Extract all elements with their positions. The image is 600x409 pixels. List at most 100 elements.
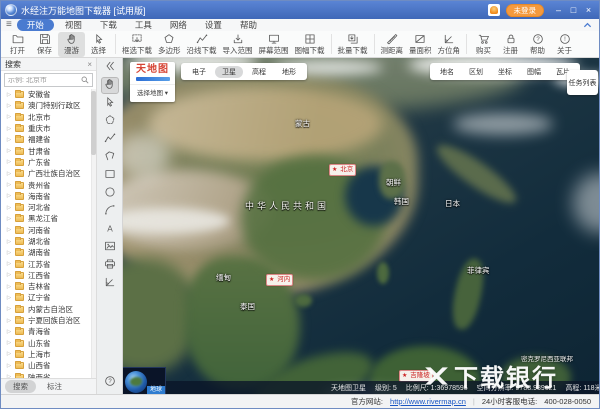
print-tool[interactable]: [101, 257, 119, 274]
collapse-panel-tool[interactable]: [101, 59, 119, 76]
expand-arrow-icon[interactable]: ▷: [5, 126, 13, 132]
lasso-select-tool[interactable]: [101, 113, 119, 130]
login-status-badge[interactable]: 未登录: [506, 4, 545, 17]
province-row[interactable]: ▷ 黑龙江省: [1, 213, 96, 224]
select-tool[interactable]: [101, 95, 119, 112]
expand-arrow-icon[interactable]: ▷: [5, 374, 13, 378]
draw-polyline-tool[interactable]: [101, 131, 119, 148]
province-row[interactable]: ▷ 海南省: [1, 191, 96, 202]
menu-item[interactable]: 视图: [56, 19, 91, 31]
expand-arrow-icon[interactable]: ▷: [5, 272, 13, 278]
map-provider-card[interactable]: 天地图 选择地图 ▾: [130, 62, 175, 102]
province-row[interactable]: ▷ 广西壮族自治区: [1, 168, 96, 179]
overlay-toggle[interactable]: 图幅: [520, 66, 548, 78]
ribbon-button[interactable]: 屏幕范围: [256, 32, 292, 57]
expand-arrow-icon[interactable]: ▷: [5, 363, 13, 369]
province-row[interactable]: ▷ 甘肃省: [1, 145, 96, 156]
ribbon-button[interactable]: 方位角: [435, 32, 464, 57]
expand-arrow-icon[interactable]: ▷: [5, 295, 13, 301]
province-row[interactable]: ▷ 河南省: [1, 225, 96, 236]
close-button[interactable]: ×: [582, 2, 595, 18]
province-row[interactable]: ▷ 河北省: [1, 202, 96, 213]
expand-arrow-icon[interactable]: ▷: [5, 159, 13, 165]
ribbon-button[interactable]: 测距离: [378, 32, 407, 57]
expand-arrow-icon[interactable]: ▷: [5, 137, 13, 143]
province-row[interactable]: ▷ 湖北省: [1, 236, 96, 247]
province-row[interactable]: ▷ 吉林省: [1, 281, 96, 292]
province-row[interactable]: ▷ 陕西省: [1, 371, 96, 378]
expand-arrow-icon[interactable]: ▷: [5, 148, 13, 154]
sidebar-tab[interactable]: 搜索: [5, 380, 36, 393]
expand-arrow-icon[interactable]: ▷: [5, 205, 13, 211]
expand-arrow-icon[interactable]: ▷: [5, 171, 13, 177]
province-row[interactable]: ▷ 福建省: [1, 134, 96, 145]
help-tool[interactable]: ?: [101, 374, 119, 391]
overlay-toggle[interactable]: 区划: [462, 66, 490, 78]
expand-arrow-icon[interactable]: ▷: [5, 239, 13, 245]
province-row[interactable]: ▷ 山东省: [1, 338, 96, 349]
province-row[interactable]: ▷ 山西省: [1, 360, 96, 371]
province-row[interactable]: ▷ 安徽省: [1, 89, 96, 100]
expand-arrow-icon[interactable]: ▷: [5, 193, 13, 199]
draw-circle-tool[interactable]: [101, 185, 119, 202]
expand-arrow-icon[interactable]: ▷: [5, 306, 13, 312]
minimap-overview[interactable]: 地球: [123, 367, 166, 394]
menu-item[interactable]: 工具: [126, 19, 161, 31]
expand-arrow-icon[interactable]: ▷: [5, 351, 13, 357]
draw-arc-tool[interactable]: [101, 203, 119, 220]
menu-item[interactable]: 设置: [196, 19, 231, 31]
ribbon-button[interactable]: 保存: [31, 32, 58, 57]
ribbon-button[interactable]: ! 关于: [551, 32, 578, 57]
ribbon-button[interactable]: 多边形: [155, 32, 184, 57]
ribbon-button[interactable]: 沿线下载: [184, 32, 220, 57]
sidebar-scrollbar[interactable]: [91, 89, 96, 378]
map-selector-dropdown[interactable]: 选择地图 ▾: [130, 84, 175, 97]
pan-tool[interactable]: [101, 77, 119, 94]
province-row[interactable]: ▷ 广东省: [1, 157, 96, 168]
export-image-tool[interactable]: [101, 239, 119, 256]
ribbon-button[interactable]: 导入范围: [220, 32, 256, 57]
site-link[interactable]: http://www.rivermap.cn: [390, 397, 466, 406]
draw-rectangle-tool[interactable]: [101, 167, 119, 184]
minimize-button[interactable]: –: [552, 2, 565, 18]
hamburger-menu-icon[interactable]: ≡: [6, 20, 12, 30]
draw-polygon-tool[interactable]: [101, 149, 119, 166]
layer-tab[interactable]: 卫星: [215, 66, 243, 78]
layer-tab[interactable]: 地形: [275, 66, 303, 78]
expand-arrow-icon[interactable]: ▷: [5, 114, 13, 120]
ribbon-button[interactable]: 注册: [497, 32, 524, 57]
expand-arrow-icon[interactable]: ▷: [5, 182, 13, 188]
minimap-earth-tab[interactable]: 地球: [147, 386, 165, 394]
province-row[interactable]: ▷ 上海市: [1, 349, 96, 360]
province-row[interactable]: ▷ 澳门特别行政区: [1, 100, 96, 111]
maximize-button[interactable]: □: [567, 2, 580, 18]
add-text-tool[interactable]: A: [101, 221, 119, 238]
expand-arrow-icon[interactable]: ▷: [5, 284, 13, 290]
province-row[interactable]: ▷ 重庆市: [1, 123, 96, 134]
collapse-ribbon-icon[interactable]: [580, 21, 594, 29]
measure-angle-tool[interactable]: [101, 275, 119, 292]
province-row[interactable]: ▷ 江西省: [1, 270, 96, 281]
ribbon-button[interactable]: 量面积: [406, 32, 435, 57]
search-input[interactable]: [8, 77, 81, 84]
province-row[interactable]: ▷ 宁夏回族自治区: [1, 315, 96, 326]
ribbon-button[interactable]: 框选下载: [119, 32, 155, 57]
overlay-toggle[interactable]: 地名: [433, 66, 461, 78]
province-row[interactable]: ▷ 江苏省: [1, 258, 96, 269]
expand-arrow-icon[interactable]: ▷: [5, 103, 13, 109]
ribbon-button[interactable]: 打开: [4, 32, 31, 57]
province-row[interactable]: ▷ 北京市: [1, 112, 96, 123]
expand-arrow-icon[interactable]: ▷: [5, 261, 13, 267]
scrollbar-thumb[interactable]: [91, 91, 96, 155]
expand-arrow-icon[interactable]: ▷: [5, 216, 13, 222]
layer-tab[interactable]: 电子: [185, 66, 213, 78]
ribbon-button[interactable]: 漫游: [58, 32, 85, 57]
expand-arrow-icon[interactable]: ▷: [5, 329, 13, 335]
expand-arrow-icon[interactable]: ▷: [5, 92, 13, 98]
province-row[interactable]: ▷ 辽宁省: [1, 292, 96, 303]
ribbon-button[interactable]: 图幅下载: [292, 32, 328, 57]
expand-arrow-icon[interactable]: ▷: [5, 318, 13, 324]
panel-close-icon[interactable]: ×: [87, 60, 92, 69]
sidebar-tab[interactable]: 标注: [39, 380, 70, 393]
menu-item[interactable]: 网络: [161, 19, 196, 31]
